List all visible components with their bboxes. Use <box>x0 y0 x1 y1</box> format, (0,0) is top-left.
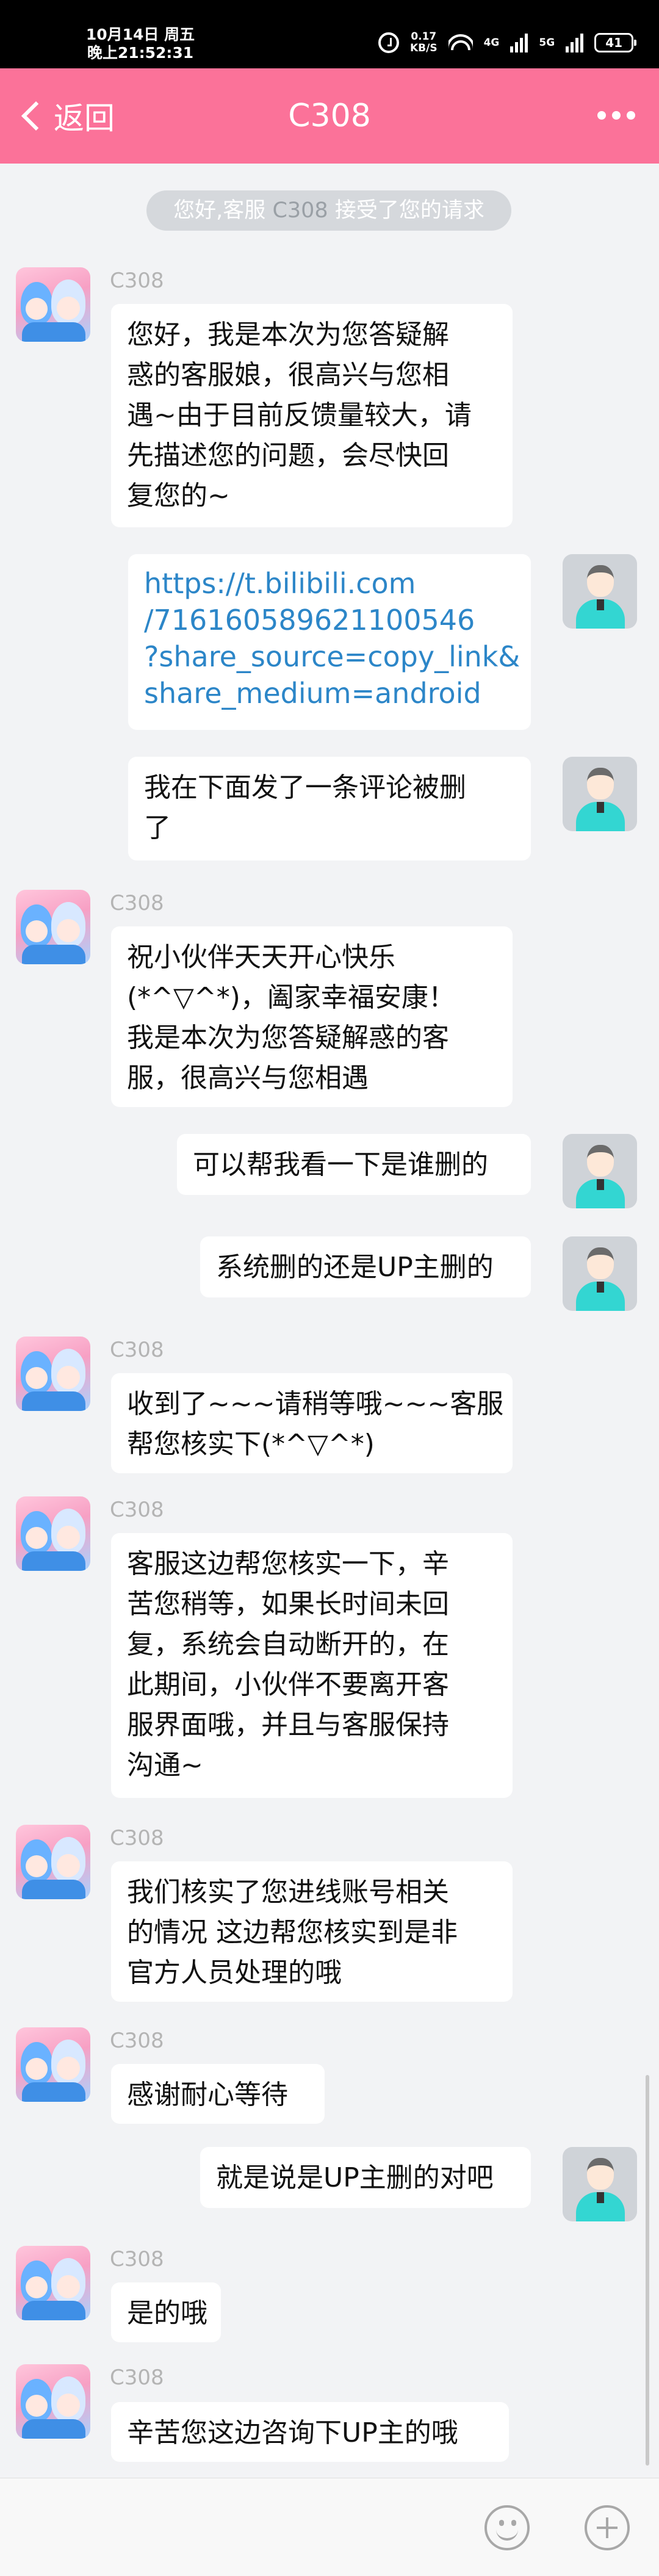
agent-avatar[interactable] <box>16 2364 90 2439</box>
status-datetime: 10月14日 周五 晚上21:52:31 <box>73 26 207 62</box>
title-bar: 返回 C308 <box>0 68 659 164</box>
battery-level: 41 <box>605 35 623 50</box>
message-line: 此期间，小伙伴不要离开客 <box>127 1669 449 1700</box>
user-link-bubble[interactable]: https://t.bilibili.com /7161605896211005… <box>128 554 531 730</box>
agent-avatar[interactable] <box>16 267 90 342</box>
more-dots-icon <box>597 111 606 120</box>
message-line: 祝小伙伴天天开心快乐 <box>127 942 395 973</box>
agent-name: C308 <box>110 269 164 293</box>
user-message-bubble: 系统删的还是UP主删的 <box>200 1236 531 1297</box>
agent-message-bubble: 收到了~~~请稍等哦~~~客服 帮您核实下(*^▽^*) <box>111 1373 513 1473</box>
net-speed-unit: KB/S <box>410 42 438 54</box>
back-button[interactable]: 返回 <box>17 93 115 139</box>
user-message-bubble: 我在下面发了一条评论被删 了 <box>128 757 531 860</box>
status-time: 晚上21:52:31 <box>87 44 194 62</box>
battery-icon: 41 <box>594 33 637 52</box>
agent-message-bubble: 是的哦 <box>111 2282 221 2342</box>
agent-avatar[interactable] <box>16 890 90 964</box>
signal-2-icon <box>566 33 584 52</box>
agent-message-bubble: 辛苦您这边咨询下UP主的哦 <box>111 2402 509 2462</box>
agent-message-bubble: 您好，我是本次为您答疑解 惑的客服娘，很高兴与您相 遇~由于目前反馈量较大，请 … <box>111 304 513 527</box>
agent-name: C308 <box>110 1498 164 1522</box>
agent-message-bubble: 祝小伙伴天天开心快乐 (*^▽^*)，阖家幸福安康！ 我是本次为您答疑解惑的客 … <box>111 926 513 1107</box>
agent-avatar[interactable] <box>16 1496 90 1571</box>
message-line: 复，系统会自动断开的，在 <box>127 1629 449 1660</box>
signal-2-label: 5G <box>539 36 555 49</box>
message-line: 我们核实了您进线账号相关 <box>127 1877 449 1908</box>
message-line: 的情况 这边帮您核实到是非 <box>127 1917 458 1948</box>
user-avatar[interactable] <box>563 757 637 831</box>
status-bar: 10月14日 周五 晚上21:52:31 0.17 KB/S 4G 5G 41 <box>0 0 659 68</box>
message-line: 就是说是UP主删的对吧 <box>216 2162 494 2193</box>
status-indicators: 0.17 KB/S 4G 5G 41 <box>378 24 637 61</box>
user-avatar[interactable] <box>563 1236 637 1311</box>
user-avatar[interactable] <box>563 1134 637 1208</box>
agent-message-bubble: 客服这边帮您核实一下，辛 苦您稍等，如果长时间未回 复，系统会自动断开的，在 此… <box>111 1533 513 1798</box>
message-line: 我在下面发了一条评论被删 <box>144 772 466 803</box>
message-line: 是的哦 <box>127 2298 207 2329</box>
emoji-button[interactable] <box>484 2505 530 2550</box>
agent-name: C308 <box>110 891 164 915</box>
more-button[interactable] <box>592 106 641 124</box>
user-avatar[interactable] <box>563 2147 637 2221</box>
net-speed-value: 0.17 <box>411 31 437 43</box>
message-line: 可以帮我看一下是谁删的 <box>193 1149 488 1180</box>
user-message-bubble: 可以帮我看一下是谁删的 <box>177 1134 531 1195</box>
message-line: 我是本次为您答疑解惑的客 <box>127 1022 449 1053</box>
signal-1-icon <box>510 33 528 52</box>
message-line: 服，很高兴与您相遇 <box>127 1063 369 1094</box>
system-note: 您好,客服 C308 接受了您的请求 <box>146 190 511 231</box>
page-title: C308 <box>288 98 371 134</box>
agent-avatar[interactable] <box>16 1825 90 1899</box>
message-line: 服界面哦，并且与客服保持 <box>127 1709 449 1741</box>
user-avatar[interactable] <box>563 554 637 629</box>
message-line: 了 <box>144 812 171 843</box>
agent-avatar[interactable] <box>16 2246 90 2320</box>
message-line: 收到了~~~请稍等哦~~~客服 <box>127 1388 504 1420</box>
chevron-left-icon <box>21 101 51 131</box>
agent-name: C308 <box>110 1826 164 1850</box>
message-line: 感谢耐心等待 <box>127 2079 288 2110</box>
chat-scrollbar[interactable] <box>646 2075 649 2466</box>
message-line: 辛苦您这边咨询下UP主的哦 <box>127 2417 458 2448</box>
link-line[interactable]: https://t.bilibili.com <box>144 565 516 602</box>
message-line: 复您的~ <box>127 480 230 511</box>
plus-button[interactable] <box>585 2505 630 2550</box>
agent-name: C308 <box>110 2029 164 2053</box>
agent-message-bubble: 我们核实了您进线账号相关 的情况 这边帮您核实到是非 官方人员处理的哦 <box>111 1861 513 2002</box>
user-message-bubble: 就是说是UP主删的对吧 <box>200 2147 531 2208</box>
message-line: 惑的客服娘，很高兴与您相 <box>127 359 449 391</box>
message-line: 官方人员处理的哦 <box>127 1957 342 1988</box>
system-note-prefix: 您好,客服 <box>173 198 273 223</box>
link-line[interactable]: share_medium=android <box>144 675 516 712</box>
input-bar <box>0 2478 659 2576</box>
net-speed: 0.17 KB/S <box>410 31 438 54</box>
agent-avatar[interactable] <box>16 2027 90 2102</box>
link-line[interactable]: ?share_source=copy_link& <box>144 638 520 675</box>
message-line: 先描述您的问题，会尽快回 <box>127 440 449 471</box>
back-label: 返回 <box>54 101 115 136</box>
message-input[interactable] <box>0 2479 464 2575</box>
agent-name: C308 <box>110 2247 164 2271</box>
message-line: 客服这边帮您核实一下，辛 <box>127 1548 449 1579</box>
message-line: 系统删的还是UP主删的 <box>216 1252 494 1283</box>
system-note-agent: C308 <box>272 198 328 223</box>
signal-1-label: 4G <box>483 36 500 49</box>
message-line: 沟通~ <box>127 1750 203 1781</box>
agent-name: C308 <box>110 2365 164 2390</box>
message-line: 帮您核实下(*^▽^*) <box>127 1429 375 1460</box>
status-date: 10月14日 周五 <box>85 26 195 43</box>
agent-message-bubble: 感谢耐心等待 <box>111 2064 325 2124</box>
alarm-icon <box>378 32 399 53</box>
agent-avatar[interactable] <box>16 1337 90 1411</box>
message-line: 遇~由于目前反馈量较大，请 <box>127 400 472 431</box>
message-line: 您好，我是本次为您答疑解 <box>127 319 449 350</box>
agent-name: C308 <box>110 1338 164 1362</box>
link-line[interactable]: /716160589621100546 <box>144 602 516 638</box>
message-line: (*^▽^*)，阖家幸福安康！ <box>127 982 455 1013</box>
wifi-icon <box>448 33 473 52</box>
message-line: 苦您稍等，如果长时间未回 <box>127 1589 449 1620</box>
system-note-suffix: 接受了您的请求 <box>328 198 484 223</box>
